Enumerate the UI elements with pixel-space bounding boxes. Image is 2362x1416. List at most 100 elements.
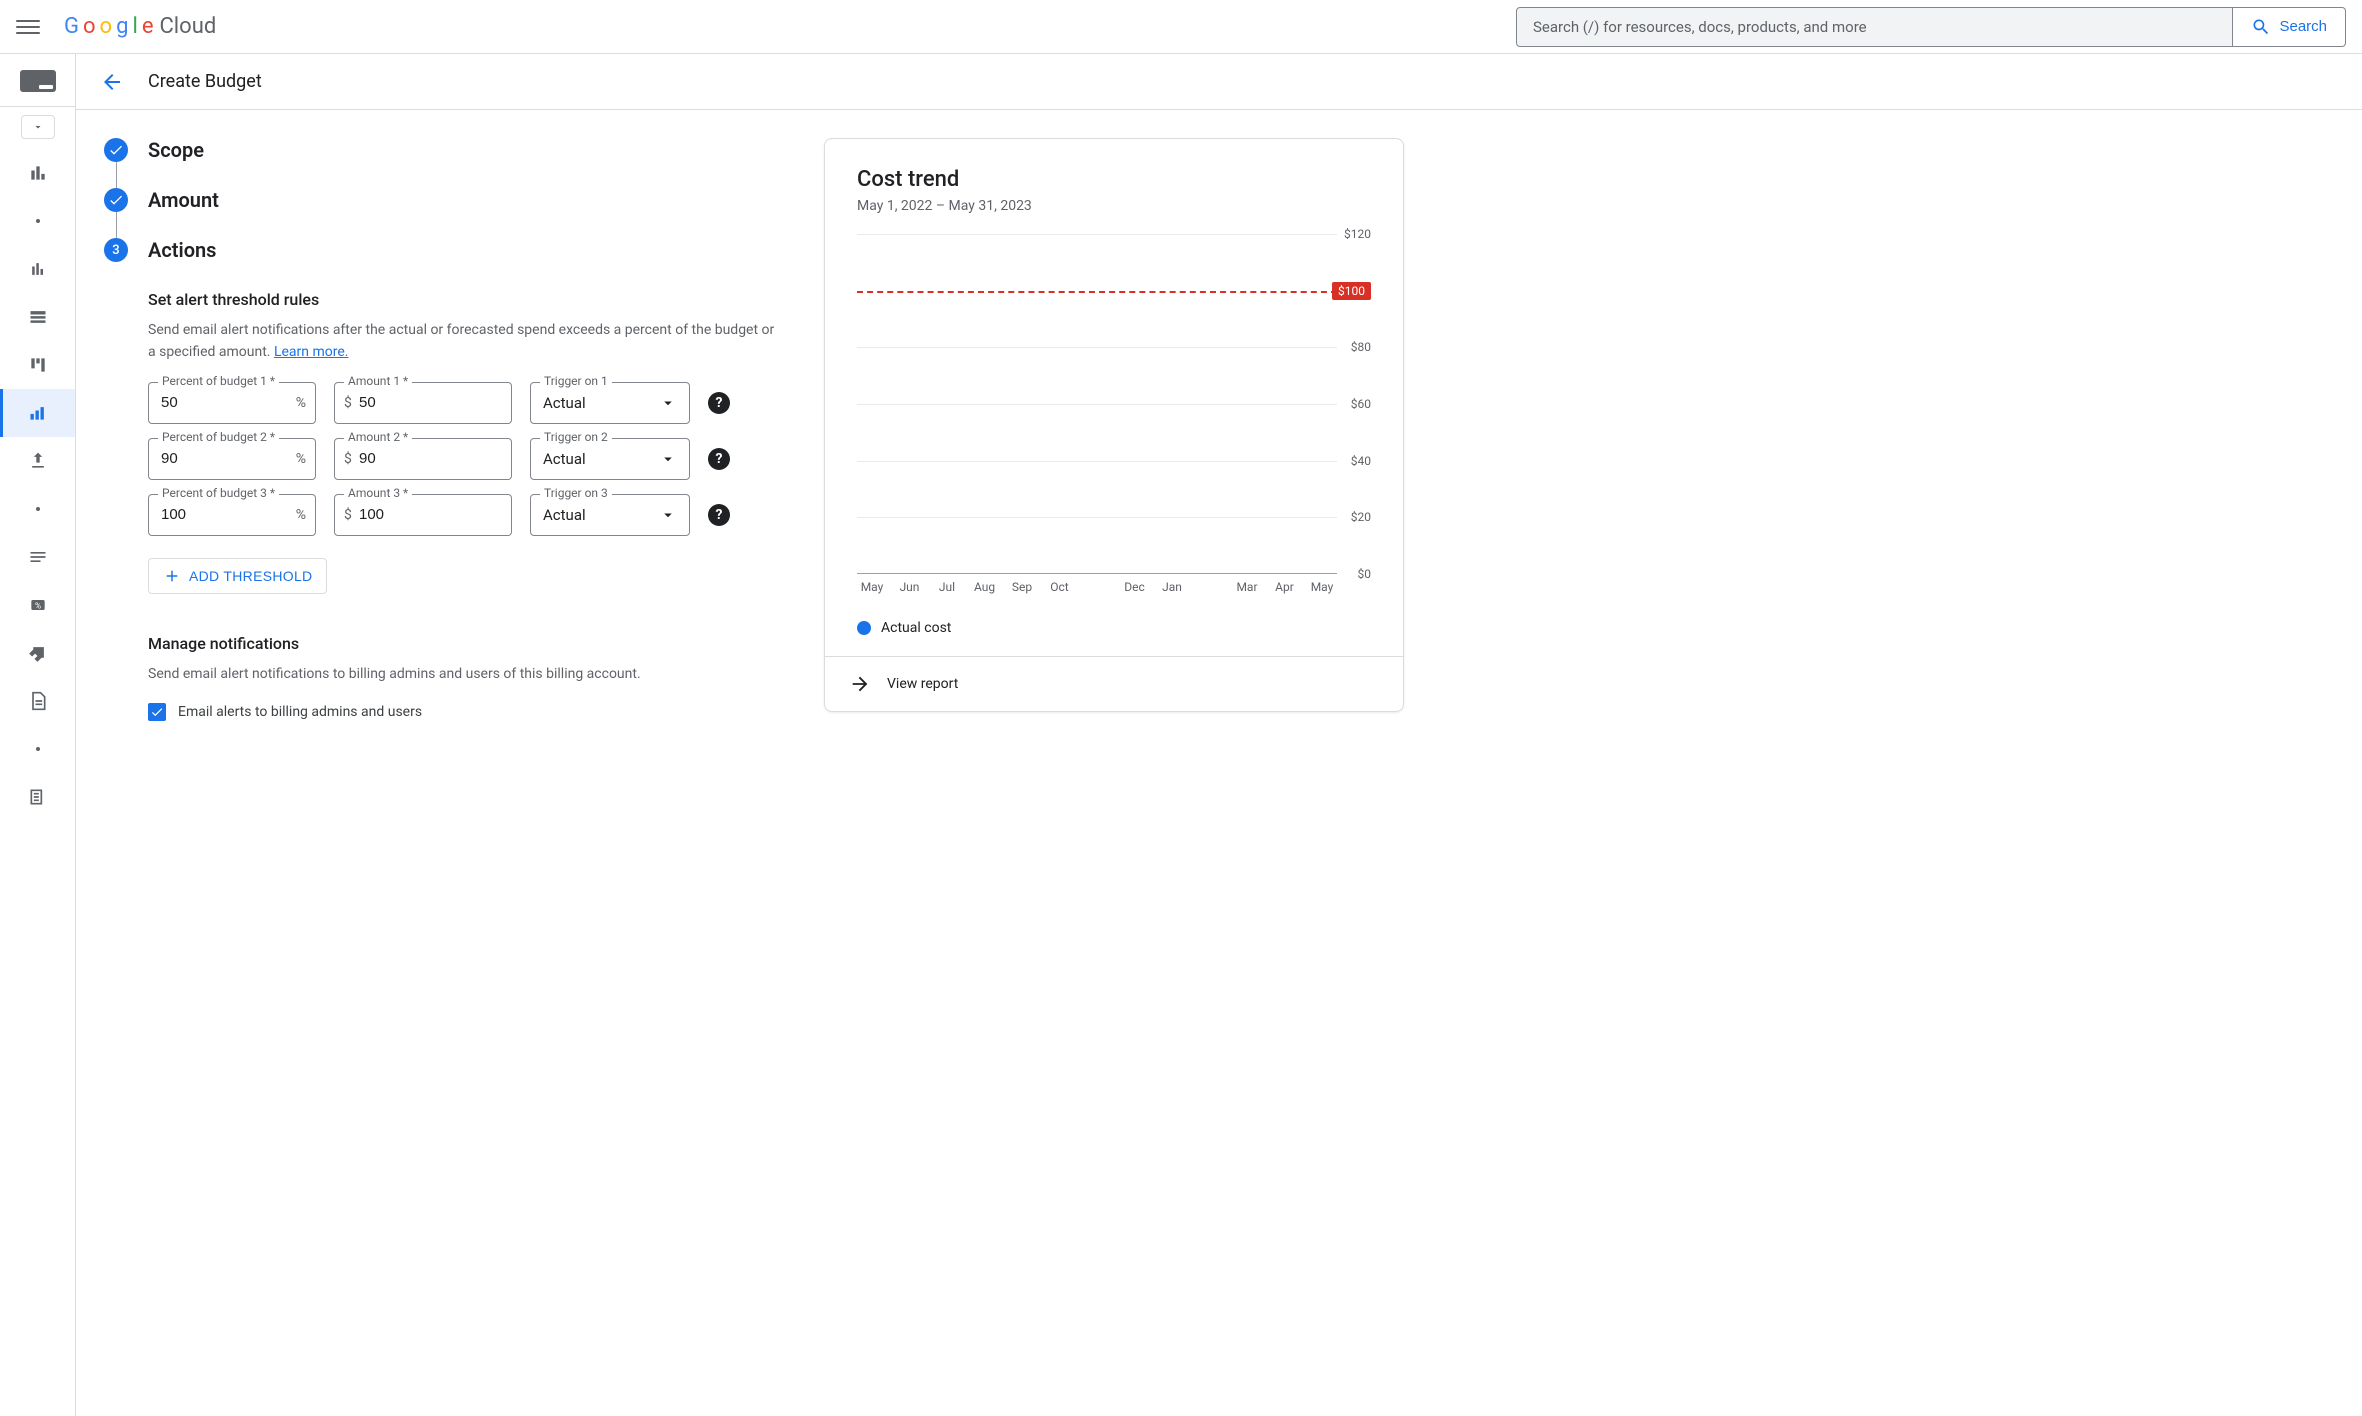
view-report-link[interactable]: View report: [825, 656, 1403, 711]
chart-gridline: [857, 517, 1337, 518]
chart-x-tick-label: Dec: [1120, 580, 1150, 594]
step-amount[interactable]: Amount: [104, 188, 784, 212]
email-alerts-label: Email alerts to billing admins and users: [178, 704, 422, 720]
help-icon[interactable]: ?: [708, 448, 730, 470]
search-button-label: Search: [2279, 18, 2327, 35]
google-cloud-logo[interactable]: Google Cloud: [64, 14, 216, 39]
currency-prefix: $: [344, 507, 352, 523]
arrow-right-icon: [849, 673, 871, 695]
chevron-down-icon: [659, 450, 677, 468]
percent-of-budget-input[interactable]: [148, 438, 316, 480]
search-placeholder-text: Search (/) for resources, docs, products…: [1533, 18, 1867, 36]
step-actions: 3 Actions: [104, 238, 784, 262]
chart-x-tick-label: Jun: [895, 580, 925, 594]
chart-x-tick-label: Apr: [1270, 580, 1300, 594]
chart-y-tick-label: $40: [1351, 454, 1371, 468]
chart-gridline: [857, 347, 1337, 348]
trigger-on-select[interactable]: Actual: [530, 382, 690, 424]
billing-icon[interactable]: [20, 70, 56, 92]
trigger-on-field: Trigger on 1 Actual: [530, 382, 690, 424]
trigger-on-field: Trigger on 2 Actual: [530, 438, 690, 480]
learn-more-link[interactable]: Learn more.: [274, 344, 349, 360]
amount-input[interactable]: [334, 438, 512, 480]
cost-trend-chart: $0$20$40$60$80$120$100: [857, 234, 1371, 574]
search-input[interactable]: Search (/) for resources, docs, products…: [1516, 7, 2233, 47]
chart-gridline: [857, 404, 1337, 405]
amount-field: Amount 2 * $: [334, 438, 512, 480]
percent-label: Percent of budget 1 *: [158, 374, 279, 388]
amount-field: Amount 3 * $: [334, 494, 512, 536]
chart-x-tick-label: May: [1307, 580, 1337, 594]
cost-trend-subtitle: May 1, 2022 – May 31, 2023: [857, 198, 1371, 214]
nav-item-dot-3[interactable]: [0, 725, 75, 773]
amount-label: Amount 1 *: [344, 374, 412, 388]
svg-text:%: %: [34, 601, 40, 611]
add-threshold-button[interactable]: ADD THRESHOLD: [148, 558, 327, 594]
percent-of-budget-input[interactable]: [148, 382, 316, 424]
step-connector: [116, 212, 117, 238]
nav-documents[interactable]: [0, 677, 75, 725]
nav-payment[interactable]: [0, 773, 75, 821]
nav-item-dot-2[interactable]: [0, 485, 75, 533]
chart-x-tick-label: May: [857, 580, 887, 594]
global-header: Google Cloud Search (/) for resources, d…: [0, 0, 2362, 54]
amount-label: Amount 3 *: [344, 486, 412, 500]
trigger-on-value: Actual: [543, 394, 586, 412]
chart-x-labels: MayJunJulAugSepOctDecJanMarAprMay: [857, 580, 1371, 594]
back-arrow-icon[interactable]: [100, 70, 124, 94]
threshold-rule-row: Percent of budget 1 * % Amount 1 * $ Tri…: [148, 382, 784, 424]
trigger-on-select[interactable]: Actual: [530, 438, 690, 480]
step-amount-title: Amount: [148, 188, 219, 212]
legend-actual-label: Actual cost: [881, 620, 951, 636]
trigger-on-value: Actual: [543, 506, 586, 524]
threshold-rule-row: Percent of budget 2 * % Amount 2 * $ Tri…: [148, 438, 784, 480]
chart-y-tick-label: $20: [1351, 510, 1371, 524]
nav-cost-breakdown[interactable]: [0, 341, 75, 389]
amount-input[interactable]: [334, 494, 512, 536]
cost-trend-title: Cost trend: [857, 167, 1371, 192]
chevron-down-icon: [659, 506, 677, 524]
percent-suffix: %: [296, 507, 306, 523]
step-scope[interactable]: Scope: [104, 138, 784, 162]
check-icon: [150, 705, 164, 719]
search-icon: [2251, 17, 2271, 37]
trigger-on-select[interactable]: Actual: [530, 494, 690, 536]
threshold-description: Send email alert notifications after the…: [148, 319, 784, 364]
help-icon[interactable]: ?: [708, 392, 730, 414]
chart-y-tick-label: $120: [1344, 227, 1371, 241]
amount-input[interactable]: [334, 382, 512, 424]
chart-x-tick-label: Oct: [1045, 580, 1075, 594]
check-icon: [104, 188, 128, 212]
chart-legend: Actual cost: [857, 620, 1371, 636]
nav-item-dot-1[interactable]: [0, 197, 75, 245]
nav-budgets[interactable]: [0, 389, 75, 437]
percent-of-budget-field: Percent of budget 2 * %: [148, 438, 316, 480]
nav-export[interactable]: [0, 437, 75, 485]
chart-x-tick-label: Jan: [1157, 580, 1187, 594]
percent-suffix: %: [296, 395, 306, 411]
nav-commitments[interactable]: [0, 533, 75, 581]
trigger-on-field: Trigger on 3 Actual: [530, 494, 690, 536]
percent-of-budget-input[interactable]: [148, 494, 316, 536]
nav-credits[interactable]: %: [0, 581, 75, 629]
budget-threshold-line: [857, 291, 1337, 293]
step-number-badge: 3: [104, 238, 128, 262]
help-icon[interactable]: ?: [708, 504, 730, 526]
plus-icon: [163, 567, 181, 585]
percent-suffix: %: [296, 451, 306, 467]
percent-of-budget-field: Percent of budget 1 * %: [148, 382, 316, 424]
nav-pricing[interactable]: [0, 629, 75, 677]
percent-label: Percent of budget 3 *: [158, 486, 279, 500]
logo-cloud-text: Cloud: [159, 14, 216, 39]
search-button[interactable]: Search: [2233, 7, 2346, 47]
nav-cost-table[interactable]: [0, 293, 75, 341]
trigger-label: Trigger on 3: [540, 486, 612, 500]
budget-threshold-tag: $100: [1332, 282, 1371, 300]
account-picker[interactable]: [21, 115, 55, 139]
chart-x-tick-label: Sep: [1007, 580, 1037, 594]
nav-overview[interactable]: [0, 149, 75, 197]
email-alerts-checkbox[interactable]: [148, 703, 166, 721]
check-icon: [104, 138, 128, 162]
menu-icon[interactable]: [16, 15, 40, 39]
nav-reports[interactable]: [0, 245, 75, 293]
